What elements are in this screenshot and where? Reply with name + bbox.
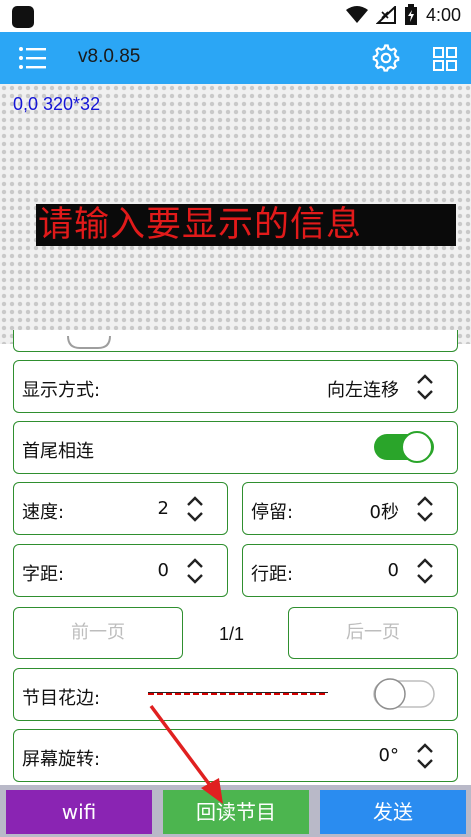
speed-value: 2 bbox=[157, 498, 169, 519]
led-message-text: 请输入要显示的信息 bbox=[38, 205, 363, 245]
char-spacing-chevron-icon[interactable] bbox=[185, 557, 205, 585]
speed-label: 速度: bbox=[22, 502, 65, 523]
prev-page-button[interactable]: 前一页 bbox=[13, 607, 183, 659]
head-tail-toggle[interactable] bbox=[373, 430, 435, 464]
head-tail-label: 首尾相连 bbox=[22, 441, 94, 462]
border-toggle[interactable] bbox=[373, 677, 435, 711]
status-time: 4:00 bbox=[425, 4, 461, 25]
readback-button[interactable]: 回读节目 bbox=[163, 790, 309, 834]
menu-list-icon[interactable] bbox=[18, 46, 48, 70]
display-mode-label: 显示方式: bbox=[22, 380, 101, 401]
char-spacing-value: 0 bbox=[157, 560, 169, 581]
status-icons: 4:00 bbox=[345, 4, 461, 26]
page-count: 1/1 bbox=[219, 624, 245, 644]
app-bar: v8.0.85 bbox=[0, 32, 471, 84]
led-preview-area: 0,0 320*32 请输入要显示的信息 bbox=[0, 84, 471, 344]
next-page-button[interactable]: 后一页 bbox=[288, 607, 458, 659]
bottom-bar: wifi 回读节目 发送 bbox=[0, 785, 471, 837]
partial-settings-row bbox=[13, 330, 458, 352]
stay-value: 0秒 bbox=[369, 502, 399, 523]
cell-signal-icon bbox=[375, 6, 396, 24]
border-label: 节目花边: bbox=[22, 688, 101, 709]
partial-toggle-icon bbox=[67, 336, 111, 349]
updown-chevron-icon[interactable] bbox=[415, 373, 435, 401]
speed-row[interactable]: 速度: 2 bbox=[13, 482, 228, 535]
gear-icon[interactable] bbox=[372, 44, 400, 72]
stay-label: 停留: bbox=[251, 502, 294, 523]
notification-icon bbox=[12, 6, 34, 28]
preview-dimensions: 0,0 320*32 bbox=[13, 94, 101, 114]
display-mode-row[interactable]: 显示方式: 向左连移 bbox=[13, 360, 458, 413]
display-mode-value: 向左连移 bbox=[327, 380, 399, 401]
rotation-label: 屏幕旋转: bbox=[22, 749, 101, 770]
app-title: v8.0.85 bbox=[78, 46, 141, 67]
line-spacing-label: 行距: bbox=[251, 564, 294, 585]
status-bar: 4:00 bbox=[0, 0, 471, 32]
line-spacing-value: 0 bbox=[387, 560, 399, 581]
battery-icon bbox=[404, 4, 417, 25]
stay-row[interactable]: 停留: 0秒 bbox=[242, 482, 458, 535]
line-spacing-chevron-icon[interactable] bbox=[415, 557, 435, 585]
wifi-signal-icon bbox=[345, 6, 368, 23]
rotation-row[interactable]: 屏幕旋转: 0° bbox=[13, 729, 458, 782]
send-button[interactable]: 发送 bbox=[320, 790, 466, 834]
stay-chevron-icon[interactable] bbox=[415, 495, 435, 523]
wifi-button[interactable]: wifi bbox=[6, 790, 152, 834]
line-spacing-row[interactable]: 行距: 0 bbox=[242, 544, 458, 597]
border-pattern-preview bbox=[148, 692, 328, 695]
grid-view-icon[interactable] bbox=[432, 46, 458, 72]
led-panel[interactable]: 请输入要显示的信息 bbox=[36, 204, 456, 246]
rotation-chevron-icon[interactable] bbox=[415, 742, 435, 770]
char-spacing-label: 字距: bbox=[22, 564, 65, 585]
char-spacing-row[interactable]: 字距: 0 bbox=[13, 544, 228, 597]
head-tail-row: 首尾相连 bbox=[13, 421, 458, 474]
rotation-value: 0° bbox=[378, 745, 399, 766]
speed-chevron-icon[interactable] bbox=[185, 495, 205, 523]
